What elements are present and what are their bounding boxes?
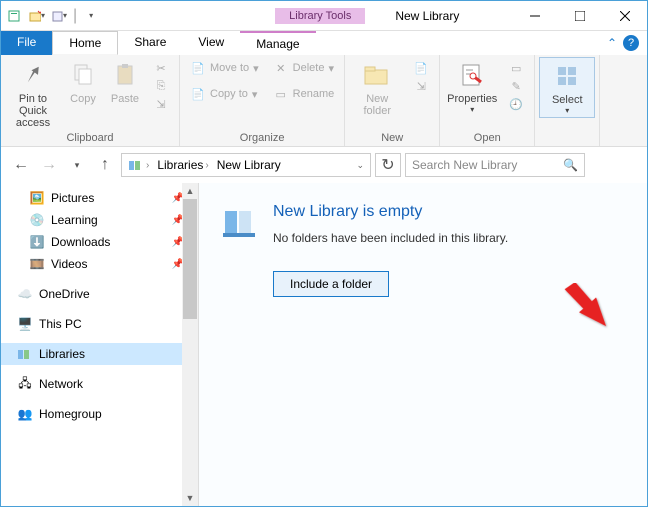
paste-icon <box>109 59 141 91</box>
search-box[interactable]: Search New Library 🔍 <box>405 153 585 177</box>
copy-path-button: ⎘ <box>151 77 171 95</box>
titlebar: ▾ ▾ | ▾ Library Tools New Library <box>1 1 647 31</box>
path-icon: ⎘ <box>153 78 169 94</box>
onedrive-icon: ☁️ <box>17 286 33 302</box>
pc-icon: 🖥️ <box>17 316 33 332</box>
window-title: New Library <box>395 9 459 23</box>
new-folder-icon <box>361 59 393 91</box>
close-button[interactable] <box>602 1 647 31</box>
history-button: 🕘 <box>506 95 526 113</box>
navigation-bar: ← → ▾ ↑ › Libraries› New Library ⌄ ↻ Sea… <box>1 147 647 183</box>
qat-undo-icon[interactable]: ▾ <box>51 6 67 26</box>
scroll-up-icon: ▲ <box>182 183 198 199</box>
new-folder-button: New folder <box>349 57 405 119</box>
libraries-icon <box>17 346 33 362</box>
shortcut-icon: ⇲ <box>153 96 169 112</box>
sidebar-item-homegroup[interactable]: 👥Homegroup <box>1 403 198 425</box>
sidebar-item-onedrive[interactable]: ☁️OneDrive <box>1 283 198 305</box>
content-pane: New Library is empty No folders have bee… <box>199 183 647 506</box>
annotation-arrow <box>559 283 629 353</box>
refresh-button[interactable]: ↻ <box>375 153 401 177</box>
homegroup-icon: 👥 <box>17 406 33 422</box>
copy-button: Copy <box>63 57 103 107</box>
easy-access-button: ⇲ <box>411 77 431 95</box>
copy-icon <box>67 59 99 91</box>
back-button[interactable]: ← <box>9 153 33 177</box>
properties-button[interactable]: Properties▾ <box>444 57 500 116</box>
sidebar-item-network[interactable]: 🖧Network <box>1 373 198 395</box>
breadcrumb-current[interactable]: New Library <box>217 158 281 172</box>
forward-button[interactable]: → <box>37 153 61 177</box>
sidebar-item-learning[interactable]: 💿Learning📌 <box>1 209 198 231</box>
edit-button: ✎ <box>506 77 526 95</box>
videos-icon: 🎞️ <box>29 256 45 272</box>
sidebar-item-libraries[interactable]: Libraries <box>1 343 198 365</box>
sidebar-item-downloads[interactable]: ⬇️Downloads📌 <box>1 231 198 253</box>
pin-icon <box>17 59 49 91</box>
sidebar-item-videos[interactable]: 🎞️Videos📌 <box>1 253 198 275</box>
empty-subtitle: No folders have been included in this li… <box>273 231 508 245</box>
group-clipboard-label: Clipboard <box>66 131 113 146</box>
qat-properties-icon[interactable] <box>7 6 23 26</box>
qat-newfolder-icon[interactable]: ▾ <box>29 6 45 26</box>
cut-button: ✂ <box>151 59 171 77</box>
network-icon: 🖧 <box>17 376 33 392</box>
search-placeholder: Search New Library <box>412 158 517 172</box>
maximize-button[interactable] <box>557 1 602 31</box>
new-item-button: 📄 <box>411 59 431 77</box>
minimize-button[interactable] <box>512 1 557 31</box>
rename-icon: ▭ <box>273 86 289 102</box>
libraries-crumb-icon[interactable]: › <box>124 158 153 172</box>
tab-manage[interactable]: Manage <box>240 31 315 55</box>
copyto-icon: 📄 <box>190 86 206 102</box>
properties-icon <box>456 59 488 91</box>
empty-title: New Library is empty <box>273 203 508 221</box>
collapse-ribbon-icon[interactable]: ⌃ <box>607 36 617 50</box>
delete-button: ✕Delete ▾ <box>271 59 337 77</box>
empty-library-icon <box>219 203 259 243</box>
search-icon: 🔍 <box>563 158 578 172</box>
tab-home[interactable]: Home <box>52 31 118 55</box>
group-open-label: Open <box>474 131 501 146</box>
address-dropdown-icon[interactable]: ⌄ <box>356 160 364 171</box>
open-button: ▭ <box>506 59 526 77</box>
sidebar-item-thispc[interactable]: 🖥️This PC <box>1 313 198 335</box>
tab-view[interactable]: View <box>182 31 240 55</box>
address-bar[interactable]: › Libraries› New Library ⌄ <box>121 153 371 177</box>
group-organize-label: Organize <box>240 131 285 146</box>
sidebar-item-pictures[interactable]: 🖼️Pictures📌 <box>1 187 198 209</box>
help-icon[interactable]: ? <box>623 35 639 51</box>
delete-icon: ✕ <box>273 60 289 76</box>
move-icon: 📄 <box>190 60 206 76</box>
qat-customize-icon[interactable]: ▾ <box>83 6 99 26</box>
group-new-label: New <box>381 131 403 146</box>
include-folder-button[interactable]: Include a folder <box>273 271 389 297</box>
pictures-icon: 🖼️ <box>29 190 45 206</box>
recent-dropdown[interactable]: ▾ <box>65 153 89 177</box>
scroll-down-icon: ▼ <box>182 490 198 506</box>
sidebar-scrollbar[interactable]: ▲ ▼ <box>182 183 198 506</box>
navigation-pane: 🖼️Pictures📌 💿Learning📌 ⬇️Downloads📌 🎞️Vi… <box>1 183 199 506</box>
downloads-icon: ⬇️ <box>29 234 45 250</box>
scissors-icon: ✂ <box>153 60 169 76</box>
pin-to-quick-access-button[interactable]: Pin to Quick access <box>5 57 61 131</box>
breadcrumb-libraries[interactable]: Libraries <box>157 158 203 172</box>
up-button[interactable]: ↑ <box>93 153 117 177</box>
contextual-tab-label: Library Tools <box>275 8 365 24</box>
move-to-button: 📄Move to ▾ <box>188 59 261 77</box>
ribbon: Pin to Quick access Copy Paste ✂ ⎘ ⇲ Cli… <box>1 55 647 147</box>
tab-file[interactable]: File <box>1 31 52 55</box>
folder-icon: 💿 <box>29 212 45 228</box>
paste-button: Paste <box>105 57 145 107</box>
ribbon-tabs: File Home Share View Manage ⌃ ? <box>1 31 647 55</box>
tab-share[interactable]: Share <box>118 31 182 55</box>
copy-to-button: 📄Copy to ▾ <box>188 85 261 103</box>
select-button[interactable]: Select▾ <box>539 57 595 118</box>
select-icon <box>551 60 583 92</box>
scroll-thumb <box>183 199 197 319</box>
rename-button: ▭Rename <box>271 85 337 103</box>
paste-shortcut-button: ⇲ <box>151 95 171 113</box>
